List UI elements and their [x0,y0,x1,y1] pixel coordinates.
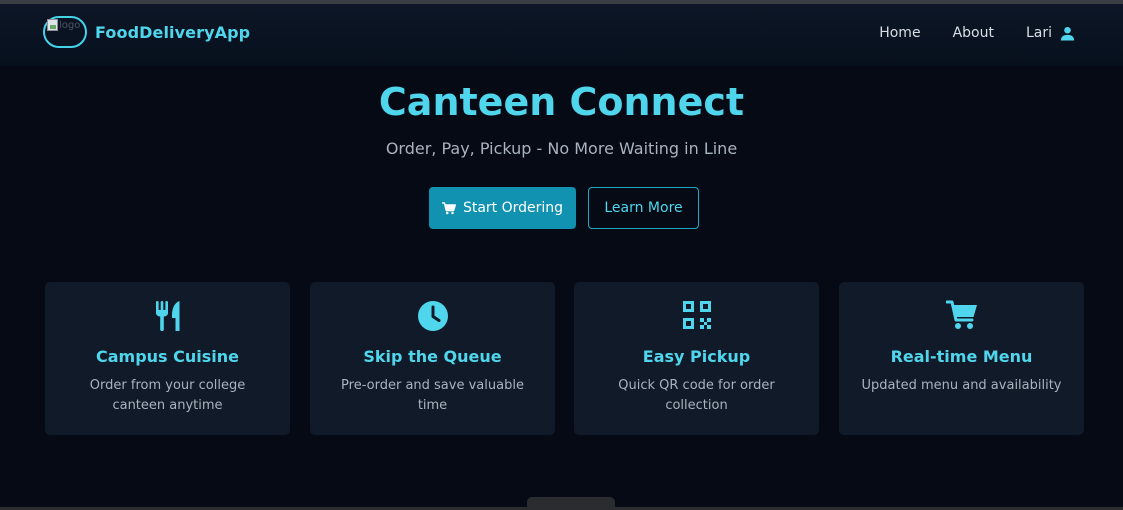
feature-card-skip-the-queue: Skip the Queue Pre-order and save valuab… [310,282,555,435]
broken-image-icon [47,19,58,31]
learn-more-button[interactable]: Learn More [588,187,699,229]
feature-title: Skip the Queue [363,347,502,366]
clock-icon [417,301,448,331]
feature-title: Easy Pickup [642,347,751,366]
nav-user-name[interactable]: Lari [1026,25,1052,41]
navbar: logo FoodDeliveryApp Home About Lari [0,4,1123,66]
feature-title: Real-time Menu [890,347,1033,366]
brand[interactable]: logo FoodDeliveryApp [43,16,250,48]
feature-description: Quick QR code for order collection [618,378,775,413]
nav-links: Home About Lari [847,25,1075,41]
nav-user-menu[interactable]: Lari [1026,25,1075,41]
feature-description: Pre-order and save valuable time [341,378,524,413]
start-ordering-button[interactable]: Start Ordering [429,187,576,229]
feature-card-campus-cuisine: Campus Cuisine Order from your college c… [45,282,290,435]
cart-icon [441,201,456,214]
hero-subtitle: Order, Pay, Pickup - No More Waiting in … [385,139,738,158]
utensils-icon [155,301,179,331]
nav-link-about[interactable]: About [953,25,994,41]
hero-title: Canteen Connect [378,80,745,124]
brand-name[interactable]: FoodDeliveryApp [95,23,250,42]
nav-link-home[interactable]: Home [879,25,920,41]
start-ordering-label: Start Ordering [462,200,564,216]
user-icon[interactable] [1060,26,1075,41]
brand-logo: logo [43,16,87,48]
feature-description: Order from your college canteen anytime [89,378,246,413]
feature-card-easy-pickup: Easy Pickup Quick QR code for order coll… [574,282,819,435]
feature-card-real-time-menu: Real-time Menu Updated menu and availabi… [839,282,1084,435]
qr-code-icon [682,301,711,329]
logo-alt-text: logo [59,20,81,31]
feature-title: Campus Cuisine [95,347,239,366]
cart-icon [945,300,977,329]
learn-more-label: Learn More [604,200,683,216]
feature-description: Updated menu and availability [861,378,1062,393]
